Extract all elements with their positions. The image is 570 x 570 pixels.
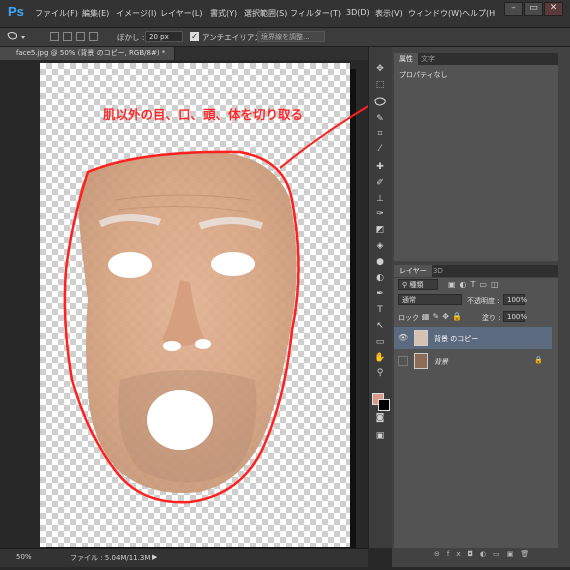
lock-label: ロック : [398,314,424,322]
eye-icon[interactable]: 👁 [398,333,408,342]
path-select-tool-icon[interactable]: ↖ [373,320,387,333]
tab-3d[interactable]: 3D [428,265,448,277]
layer-name[interactable]: 背景 [434,357,448,367]
opacity-input[interactable]: 100% [503,294,527,305]
properties-empty-text: プロパティなし [399,71,448,79]
layer-row[interactable]: 背景 🔒 [394,350,552,372]
layer-thumbnail [414,330,428,346]
blur-tool-icon[interactable]: ● [373,256,387,269]
layers-bottom-icons[interactable]: ⊝fx◘◐▭▣🗑 [394,548,558,560]
move-tool-icon[interactable]: ✥ [373,63,387,76]
layer-row[interactable]: 👁 背景 のコピー [394,327,552,349]
lock-icon: 🔒 [534,356,543,364]
tab-character[interactable]: 文字 [416,53,440,65]
healing-brush-tool-icon[interactable]: ✚ [373,161,387,174]
opacity-label: 不透明度 : [467,297,500,305]
zoom-level[interactable]: 50% [16,553,32,561]
status-menu-arrow-icon[interactable]: ▶ [152,553,157,561]
fill-input[interactable]: 100% [503,311,527,322]
tab-properties[interactable]: 属性 [394,53,418,65]
layer-thumbnail [414,353,428,369]
hand-tool-icon[interactable]: ✋ [373,352,387,365]
history-brush-tool-icon[interactable]: ✑ [373,208,387,221]
quick-select-tool-icon[interactable]: ✎ [373,113,387,126]
fill-label: 塗り : [482,314,501,322]
eyedropper-tool-icon[interactable]: ⁄ [373,143,387,156]
lasso-tool-icon[interactable] [373,96,387,109]
screen-mode-icon[interactable]: ▣ [373,430,387,443]
eraser-tool-icon[interactable]: ◩ [373,224,387,237]
layer-name[interactable]: 背景 のコピー [434,334,478,344]
marquee-tool-icon[interactable]: ⬚ [373,79,387,92]
properties-tab-bar: 属性 文字 [394,53,558,65]
filter-kind-value: 種類 [409,281,424,289]
type-tool-icon[interactable]: T [373,304,387,317]
blend-mode-select[interactable]: 通常 [398,294,462,305]
lock-icons[interactable]: ▦✎✥🔒 [422,312,465,321]
layer-filter-icons[interactable]: ▣◐T▭◫ [448,280,534,290]
crop-tool-icon[interactable]: ⌗ [373,128,387,141]
quick-mask-icon[interactable]: ◙ [373,412,387,425]
layer-filter-select[interactable]: ⚲ 種類 [398,279,438,290]
tab-layers[interactable]: レイヤー [394,265,432,277]
layers-tab-bar: レイヤー 3D [394,265,558,277]
file-size-info: ファイル : 5.04M/11.3M [70,554,151,562]
status-bar [0,548,368,567]
properties-panel: プロパティなし [394,65,558,261]
gradient-tool-icon[interactable]: ◈ [373,240,387,253]
shape-tool-icon[interactable]: ▭ [373,336,387,349]
annotation-text: 肌以外の目、口、頭、体を切り取る [103,107,304,122]
visibility-toggle[interactable] [398,356,408,366]
brush-tool-icon[interactable]: ✐ [373,177,387,190]
background-color-swatch[interactable] [378,399,390,411]
dodge-tool-icon[interactable]: ◐ [373,272,387,285]
pen-tool-icon[interactable]: ✒ [373,288,387,301]
clone-stamp-tool-icon[interactable]: ⊥ [373,193,387,206]
zoom-tool-icon[interactable]: ⚲ [373,367,387,380]
